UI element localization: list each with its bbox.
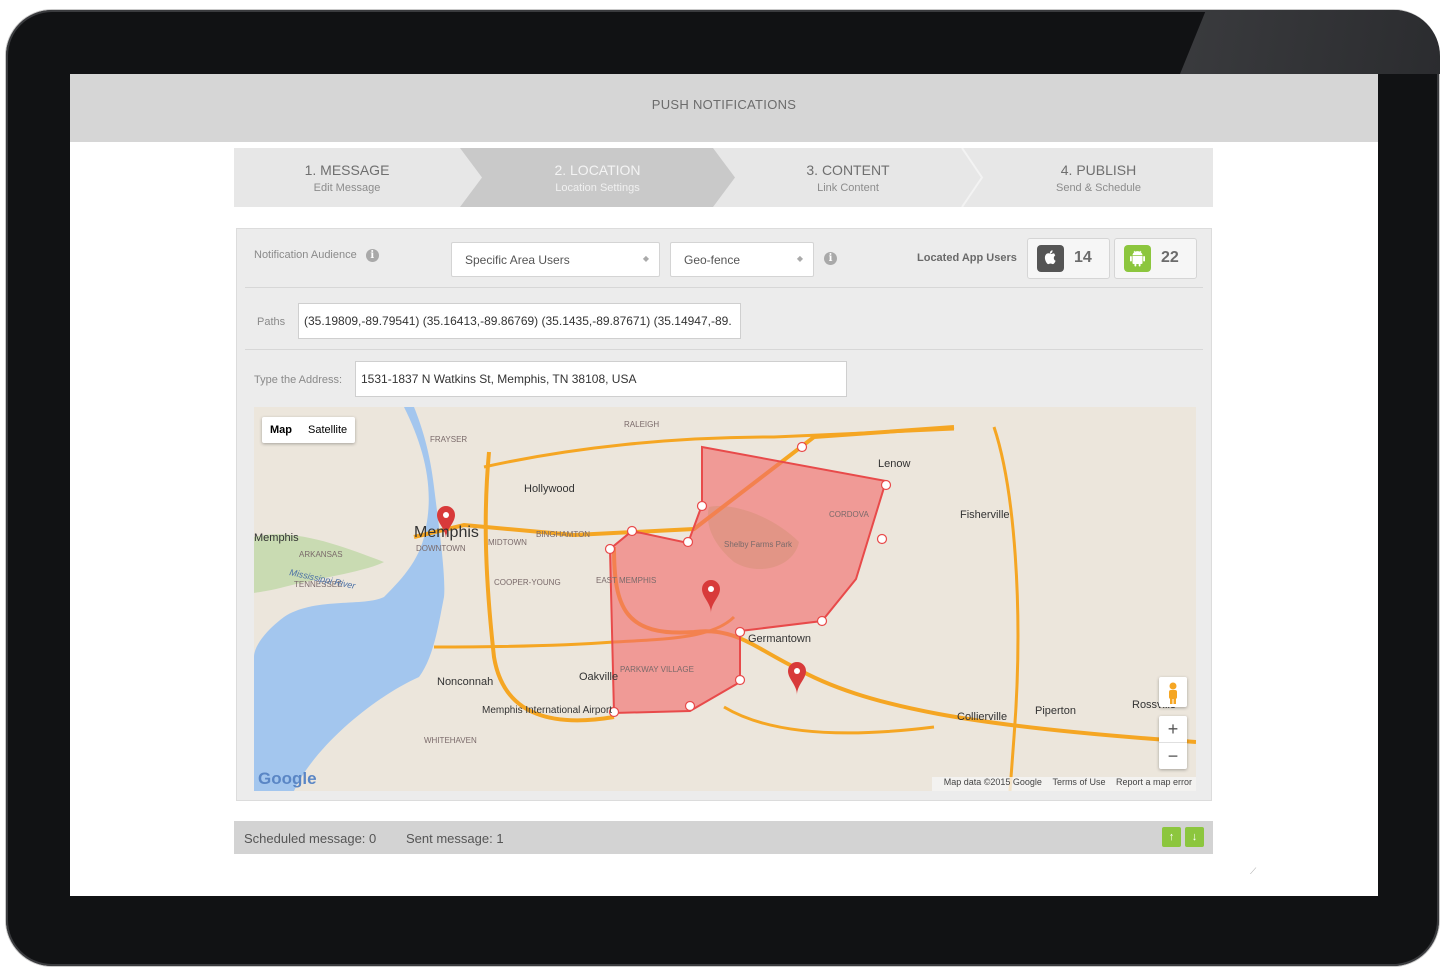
android-icon xyxy=(1124,245,1151,272)
svg-text:MIDTOWN: MIDTOWN xyxy=(488,538,527,547)
svg-text:Piperton: Piperton xyxy=(1035,705,1076,717)
top-bar: PUSH NOTIFICATIONS xyxy=(70,74,1378,142)
step-content[interactable]: 3. CONTENT Link Content xyxy=(735,148,961,207)
address-input[interactable]: 1531-1837 N Watkins St, Memphis, TN 3810… xyxy=(355,361,847,397)
sent-count: Sent message: 1 xyxy=(406,831,504,846)
svg-text:RALEIGH: RALEIGH xyxy=(624,420,659,429)
resize-grip-icon[interactable]: ⟋ xyxy=(1250,866,1256,877)
divider xyxy=(245,349,1203,350)
paths-field[interactable]: (35.19809,-89.79541) (35.16413,-89.86769… xyxy=(298,303,741,339)
step-number: 1. MESSAGE xyxy=(304,162,390,178)
app-screen: PUSH NOTIFICATIONS 1. MESSAGE Edit Messa… xyxy=(70,74,1378,896)
google-logo: Google xyxy=(258,769,317,788)
map-type-map[interactable]: Map xyxy=(262,417,300,443)
terms-link[interactable]: Terms of Use xyxy=(1052,777,1105,787)
step-number: 3. CONTENT xyxy=(806,162,890,178)
wizard-steps: 1. MESSAGE Edit Message 2. LOCATION Loca… xyxy=(234,148,1213,207)
zoom-control: + − xyxy=(1159,716,1187,769)
step-publish[interactable]: 4. PUBLISH Send & Schedule xyxy=(984,148,1213,207)
step-location[interactable]: 2. LOCATION Location Settings xyxy=(460,148,735,207)
bezel-glare xyxy=(1180,10,1440,74)
step-subtitle: Edit Message xyxy=(313,182,381,194)
map-view[interactable]: Hollywood Lenow Fisherville Germantown N… xyxy=(254,407,1196,791)
svg-text:WHITEHAVEN: WHITEHAVEN xyxy=(424,736,477,745)
address-value: 1531-1837 N Watkins St, Memphis, TN 3810… xyxy=(361,372,637,386)
select-value: Specific Area Users xyxy=(465,253,570,267)
address-label: Type the Address: xyxy=(254,374,343,386)
step-separator xyxy=(961,148,984,207)
paths-value: (35.19809,-89.79541) (35.16413,-89.86769… xyxy=(304,314,732,328)
step-number: 4. PUBLISH xyxy=(1060,162,1137,178)
scheduled-count: Scheduled message: 0 xyxy=(244,831,377,846)
ios-count: 14 xyxy=(1074,249,1092,266)
audience-label: Notification Audience i xyxy=(254,249,379,262)
svg-text:Hollywood: Hollywood xyxy=(524,483,575,495)
arrow-up-icon[interactable]: ↑ xyxy=(1162,827,1181,847)
pegman-icon[interactable] xyxy=(1159,677,1187,707)
svg-text:Lenow: Lenow xyxy=(878,458,910,470)
divider xyxy=(245,287,1203,288)
apple-icon xyxy=(1037,245,1064,272)
svg-text:Memphis: Memphis xyxy=(254,532,299,544)
chevron-updown-icon: ◆ xyxy=(642,254,649,263)
svg-text:EAST MEMPHIS: EAST MEMPHIS xyxy=(596,576,656,585)
paths-label: Paths xyxy=(257,316,286,328)
audience-method-select[interactable]: Geo-fence ◆ xyxy=(670,242,814,277)
map-attribution: Map data ©2015 Google Terms of Use Repor… xyxy=(931,777,1196,791)
zoom-out-button[interactable]: − xyxy=(1159,743,1187,769)
info-icon[interactable]: i xyxy=(824,252,837,265)
audience-target-select[interactable]: Specific Area Users ◆ xyxy=(451,242,660,277)
arrow-down-icon[interactable]: ↓ xyxy=(1185,827,1204,847)
map-type-control: Map Satellite xyxy=(262,417,356,443)
step-number: 2. LOCATION xyxy=(554,162,641,178)
svg-text:PARKWAY VILLAGE: PARKWAY VILLAGE xyxy=(620,665,694,674)
select-value: Geo-fence xyxy=(684,253,741,267)
svg-text:Collierville: Collierville xyxy=(957,711,1007,723)
svg-text:Oakville: Oakville xyxy=(579,671,618,683)
audience-label-text: Notification Audience xyxy=(254,249,357,261)
svg-text:Germantown: Germantown xyxy=(748,633,811,645)
svg-text:Nonconnah: Nonconnah xyxy=(437,676,493,688)
svg-text:Fisherville: Fisherville xyxy=(960,509,1010,521)
zoom-in-button[interactable]: + xyxy=(1159,716,1187,743)
location-panel: Notification Audience i Specific Area Us… xyxy=(236,228,1212,801)
step-message[interactable]: 1. MESSAGE Edit Message xyxy=(234,148,460,207)
svg-text:DOWNTOWN: DOWNTOWN xyxy=(416,544,466,553)
android-count: 22 xyxy=(1161,249,1179,266)
svg-text:ARKANSAS: ARKANSAS xyxy=(299,550,343,559)
page-title: PUSH NOTIFICATIONS xyxy=(651,97,797,112)
step-subtitle: Send & Schedule xyxy=(1055,182,1141,194)
svg-text:CORDOVA: CORDOVA xyxy=(829,510,870,519)
step-subtitle: Location Settings xyxy=(555,182,640,194)
svg-text:Shelby Farms Park: Shelby Farms Park xyxy=(724,540,793,549)
svg-text:BINGHAMTON: BINGHAMTON xyxy=(536,530,590,539)
svg-text:Memphis: Memphis xyxy=(414,524,479,541)
located-users-label: Located App Users xyxy=(917,252,1017,264)
map-canvas: Hollywood Lenow Fisherville Germantown N… xyxy=(254,407,1196,791)
ios-users-button[interactable]: 14 xyxy=(1027,238,1110,279)
svg-text:COOPER-YOUNG: COOPER-YOUNG xyxy=(494,578,561,587)
svg-text:Memphis International Airport: Memphis International Airport xyxy=(482,705,612,716)
svg-text:FRAYSER: FRAYSER xyxy=(430,435,467,444)
info-icon[interactable]: i xyxy=(365,249,379,262)
chevron-updown-icon: ◆ xyxy=(796,254,803,263)
step-subtitle: Link Content xyxy=(817,182,879,194)
message-footer: Scheduled message: 0 Sent message: 1 ↑ ↓ xyxy=(234,821,1213,854)
map-type-satellite[interactable]: Satellite xyxy=(300,417,355,443)
map-data-text: Map data ©2015 Google xyxy=(943,777,1042,787)
android-users-button[interactable]: 22 xyxy=(1114,238,1197,279)
report-error-link[interactable]: Report a map error xyxy=(1116,777,1192,787)
